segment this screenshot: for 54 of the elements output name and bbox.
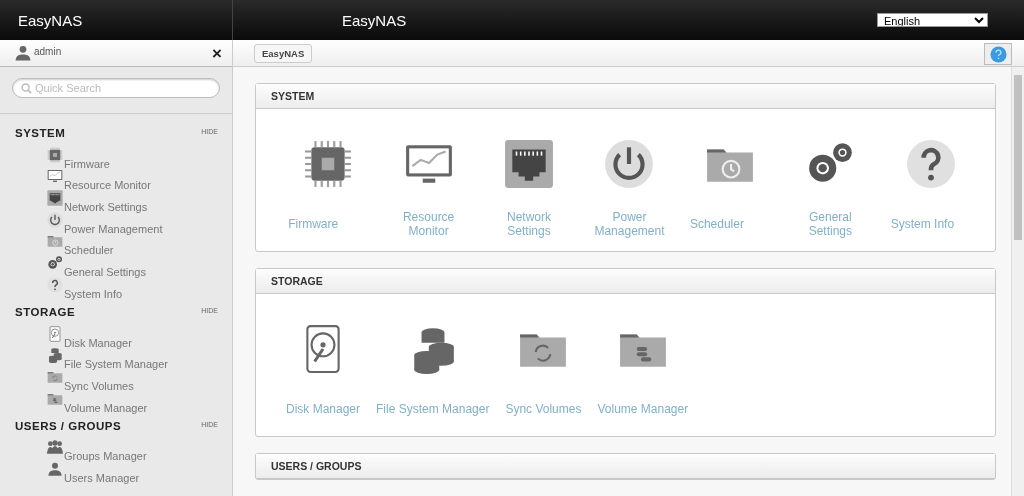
app-link[interactable]: System Info [890, 207, 971, 241]
sidebar-item[interactable]: General Settings [64, 266, 146, 279]
app-link[interactable]: Resource Monitor [388, 207, 469, 241]
section-heading: USERS / GROUPS [15, 419, 122, 432]
page-title: EasyNAS [342, 11, 407, 29]
sidebar-item[interactable]: Disk Manager [64, 336, 132, 349]
user-icon [14, 44, 32, 62]
clock-folder-icon [47, 233, 63, 250]
ethernet-port-icon [504, 139, 555, 189]
section-heading: SYSTEM [15, 127, 66, 139]
app-link[interactable]: Disk Manager [286, 392, 361, 426]
sidebar-item[interactable]: File System Manager [64, 358, 168, 371]
app-link[interactable]: File System Manager [376, 392, 490, 426]
sidebar-item[interactable]: Volume Manager [64, 401, 148, 414]
app-link[interactable]: General Settings [790, 207, 871, 241]
sidebar-item[interactable]: Users Manager [64, 471, 140, 484]
sidebar-item[interactable]: Power Management [64, 222, 163, 235]
app-link[interactable]: Sync Volumes [505, 392, 582, 426]
database-icon [47, 347, 63, 364]
group-icon [47, 439, 63, 456]
app-link[interactable]: Scheduler [689, 207, 770, 241]
sidebar-item[interactable]: Sync Volumes [64, 379, 134, 392]
gears-icon [47, 255, 63, 272]
user-icon [47, 460, 63, 477]
username: admin [34, 46, 63, 57]
app-link[interactable]: Volume Manager [597, 392, 689, 426]
scrollbar[interactable] [1011, 67, 1024, 496]
chip-icon [47, 146, 63, 163]
panel-header: STORAGE [256, 269, 995, 294]
section-heading: STORAGE [15, 305, 76, 318]
question-icon [905, 139, 956, 189]
help-button[interactable] [984, 43, 1012, 65]
panel-header: SYSTEM [256, 84, 995, 109]
app-link[interactable]: Network Settings [489, 207, 570, 241]
power-icon [47, 211, 63, 228]
close-button[interactable]: × [212, 44, 222, 62]
app-link[interactable]: Firmware [288, 207, 369, 241]
panel-header: USERS / GROUPS [256, 454, 995, 479]
language-dropdown[interactable]: English [877, 13, 988, 27]
sidebar-item[interactable]: Network Settings [64, 201, 148, 214]
sidebar-item[interactable]: Resource Monitor [64, 179, 151, 192]
monitor-icon [47, 168, 63, 185]
sidebar-item[interactable]: Firmware [64, 157, 110, 170]
breadcrumb[interactable]: EasyNAS [254, 43, 313, 63]
power-icon [604, 139, 655, 189]
question-icon [47, 276, 63, 293]
chip-icon [303, 139, 354, 189]
sidebar-item[interactable]: System Info [64, 287, 123, 300]
ethernet-port-icon [47, 190, 63, 207]
search-field[interactable]: Quick Search [12, 78, 220, 98]
sidebar-item[interactable]: Scheduler [64, 244, 114, 257]
help-icon [989, 45, 1007, 63]
sidebar-item[interactable]: Groups Manager [64, 450, 147, 463]
app-link[interactable]: Power Management [589, 207, 670, 241]
